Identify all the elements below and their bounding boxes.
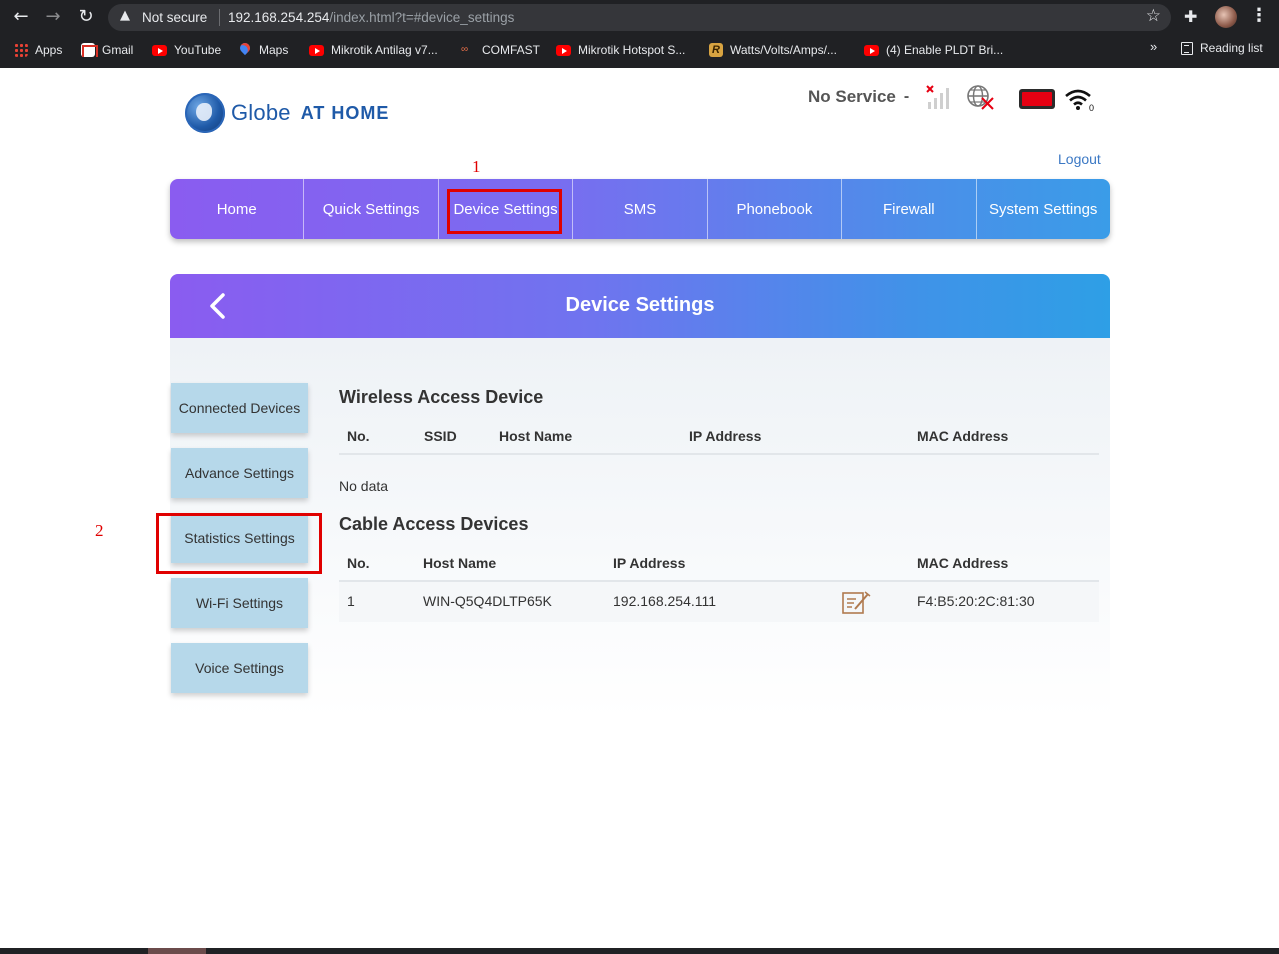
sidebar-advance-settings[interactable]: Advance Settings: [171, 448, 308, 498]
taskbar-item[interactable]: [148, 948, 206, 954]
bookmark-apps[interactable]: Apps: [14, 41, 62, 59]
reading-list-label: Reading list: [1200, 41, 1263, 55]
more-bookmarks-button[interactable]: »: [1150, 39, 1157, 54]
browser-menu-icon[interactable]: ⋮: [1250, 5, 1268, 26]
wifi-icon: 0: [1065, 89, 1094, 113]
bookmark-comfast[interactable]: ∞ COMFAST: [461, 41, 540, 59]
battery-icon: [1019, 89, 1055, 109]
bookmark-label: Watts/Volts/Amps/...: [730, 43, 837, 57]
bookmark-label: (4) Enable PLDT Bri...: [886, 43, 1004, 57]
bookmark-label: COMFAST: [482, 43, 541, 57]
bookmark-youtube[interactable]: YouTube: [152, 41, 221, 59]
reading-list-button[interactable]: Reading list: [1181, 41, 1263, 55]
address-bar[interactable]: ▲ Not secure 192.168.254.254/index.html?…: [108, 4, 1171, 31]
url-path: /index.html?t=#device_settings: [329, 10, 515, 25]
logout-link[interactable]: Logout: [1058, 151, 1101, 167]
browser-chrome: ← → ↻ ▲ Not secure 192.168.254.254/index…: [0, 0, 1279, 68]
reading-list-icon: [1181, 41, 1193, 55]
wireless-col-ip-address: IP Address: [689, 428, 762, 444]
bookmark-star-icon[interactable]: ☆: [1146, 6, 1161, 26]
edit-icon[interactable]: [841, 590, 871, 616]
nav-system-settings[interactable]: System Settings: [977, 179, 1110, 239]
annotation-box-statistics-settings: [156, 513, 322, 574]
youtube-icon: [864, 44, 879, 56]
annotation-box-device-settings: [447, 189, 562, 234]
bookmark-watts-volts[interactable]: R Watts/Volts/Amps/...: [709, 41, 837, 59]
network-status: No Service -: [808, 87, 909, 107]
extensions-puzzle-icon[interactable]: ✚: [1184, 7, 1197, 26]
service-status-text: No Service: [808, 87, 896, 106]
maps-icon: [238, 43, 252, 57]
youtube-icon: [556, 44, 571, 56]
cable-row-ip-address: 192.168.254.111: [613, 593, 717, 609]
wireless-empty-text: No data: [339, 478, 389, 494]
nav-phonebook[interactable]: Phonebook: [708, 179, 843, 239]
bookmark-mikrotik-hotspot[interactable]: Mikrotik Hotspot S...: [556, 41, 685, 59]
nav-quick-settings[interactable]: Quick Settings: [304, 179, 439, 239]
wireless-col-ssid: SSID: [424, 428, 457, 444]
sidebar-connected-devices[interactable]: Connected Devices: [171, 383, 308, 433]
apps-grid-icon: [14, 43, 28, 57]
nav-sms[interactable]: SMS: [573, 179, 708, 239]
youtube-icon: [309, 44, 324, 56]
cable-section-title: Cable Access Devices: [339, 514, 529, 534]
no-signal-icon: [926, 85, 949, 109]
cable-col-ip-address: IP Address: [613, 555, 686, 571]
address-separator: [219, 9, 220, 26]
cable-col-no: No.: [347, 555, 370, 571]
cable-row-mac-address: F4:B5:20:2C:81:30: [917, 593, 1035, 609]
bookmark-gmail[interactable]: Gmail: [81, 41, 133, 59]
logo-globe-text: Globe: [231, 100, 291, 125]
wireless-header-divider: [339, 453, 1099, 455]
browser-toolbar: ← → ↻ ▲ Not secure 192.168.254.254/index…: [0, 0, 1279, 35]
bookmark-label: Maps: [259, 43, 289, 57]
bookmark-mikrotik-antilag[interactable]: Mikrotik Antilag v7...: [309, 41, 438, 59]
panel-header: Device Settings: [170, 274, 1110, 338]
bookmark-label: Mikrotik Antilag v7...: [331, 43, 438, 57]
forward-arrow-icon[interactable]: →: [42, 6, 64, 28]
wireless-col-host-name: Host Name: [499, 428, 573, 444]
reload-icon[interactable]: ↻: [75, 6, 97, 28]
bookmark-label: Apps: [35, 43, 63, 57]
annotation-number-2: 2: [95, 521, 104, 540]
bookmarks-bar: Apps Gmail YouTube Maps Mikrotik Antilag…: [0, 36, 1279, 64]
gmail-icon: [81, 43, 98, 57]
url-text[interactable]: 192.168.254.254/index.html?t=#device_set…: [228, 10, 514, 25]
sidebar-wifi-settings[interactable]: Wi-Fi Settings: [171, 578, 308, 628]
cable-row-host-name: WIN-Q5Q4DLTP65K: [423, 593, 552, 609]
sidebar-voice-settings[interactable]: Voice Settings: [171, 643, 308, 693]
bookmark-label: Mikrotik Hotspot S...: [578, 43, 686, 57]
youtube-icon: [152, 44, 167, 56]
wireless-col-mac-address: MAC Address: [917, 428, 1009, 444]
bookmark-label: Gmail: [102, 43, 134, 57]
cable-row-no: 1: [347, 593, 355, 609]
nav-firewall[interactable]: Firewall: [842, 179, 977, 239]
svg-text:0: 0: [1089, 103, 1094, 113]
bookmark-maps[interactable]: Maps: [238, 41, 288, 59]
status-dash: -: [903, 88, 910, 105]
cable-col-host-name: Host Name: [423, 555, 497, 571]
globe-logo-icon: [185, 93, 225, 133]
battery-level: [1022, 92, 1052, 106]
comfast-icon: ∞: [461, 44, 469, 55]
wireless-col-no: No.: [347, 428, 370, 444]
not-secure-label[interactable]: Not secure: [142, 10, 207, 25]
warning-icon: ▲: [120, 8, 130, 23]
cable-col-mac-address: MAC Address: [917, 555, 1009, 571]
panel-title: Device Settings: [565, 294, 715, 316]
wireless-section-title: Wireless Access Device: [339, 387, 544, 407]
logo-athome-text: AT HOME: [300, 102, 390, 123]
globe-at-home-logo: Globe AT HOME: [185, 93, 389, 133]
main-navbar: Home Quick Settings Device Settings SMS …: [170, 179, 1110, 239]
url-host: 192.168.254.254: [228, 10, 330, 25]
internet-disconnected-icon: [967, 85, 994, 110]
bookmark-pldt[interactable]: (4) Enable PLDT Bri...: [864, 41, 1003, 59]
back-arrow-icon[interactable]: ←: [10, 6, 32, 28]
annotation-number-1: 1: [472, 157, 481, 176]
r-icon: R: [709, 43, 723, 57]
profile-avatar[interactable]: [1215, 6, 1237, 28]
nav-home[interactable]: Home: [170, 179, 305, 239]
bookmark-label: YouTube: [174, 43, 222, 57]
